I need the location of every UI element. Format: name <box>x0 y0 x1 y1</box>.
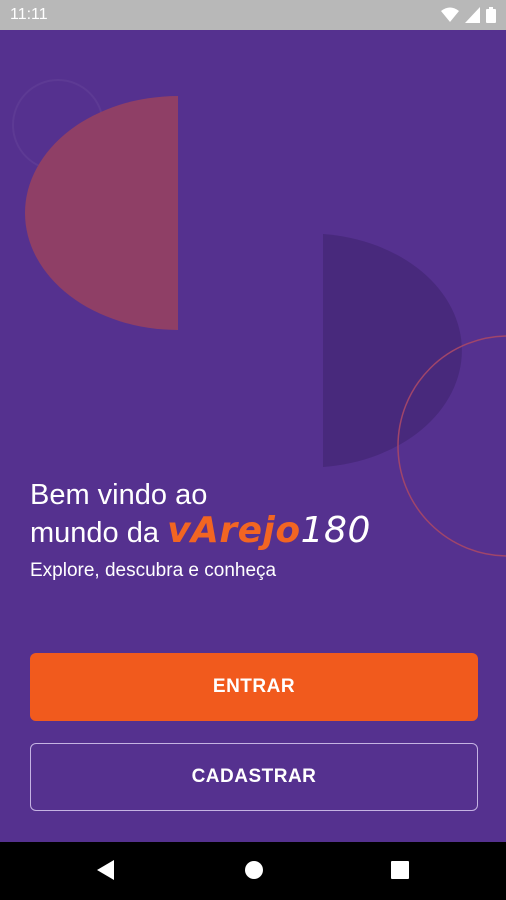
status-bar: 11:11 <box>0 0 506 30</box>
welcome-heading: Bem vindo ao mundo da vArejo180 <box>30 477 490 551</box>
status-time: 11:11 <box>10 6 48 23</box>
brand-logo: vArejo180 <box>167 510 371 551</box>
welcome-line-1: Bem vindo ao <box>30 479 208 511</box>
brand-number: 180 <box>300 510 371 551</box>
system-nav-bar <box>0 842 506 900</box>
welcome-screen: Bem vindo ao mundo da vArejo180 Explore,… <box>0 30 506 842</box>
recents-icon[interactable] <box>390 859 410 881</box>
deco-red-half-circle <box>25 96 178 330</box>
cadastrar-button[interactable]: CADASTRAR <box>30 743 478 811</box>
welcome-line-2-prefix: mundo da <box>30 517 159 549</box>
status-icons <box>441 7 496 23</box>
entrar-button[interactable]: ENTRAR <box>30 653 478 721</box>
deco-dark-half-circle <box>323 234 462 467</box>
home-icon[interactable] <box>243 859 265 881</box>
signal-icon <box>465 7 480 23</box>
battery-icon <box>486 7 496 23</box>
brand-word: vArejo <box>167 510 301 551</box>
welcome-line-2: mundo da vArejo180 <box>30 513 490 551</box>
wifi-icon <box>441 7 459 22</box>
subtitle: Explore, descubra e conheça <box>30 560 277 581</box>
back-icon[interactable] <box>96 859 116 881</box>
